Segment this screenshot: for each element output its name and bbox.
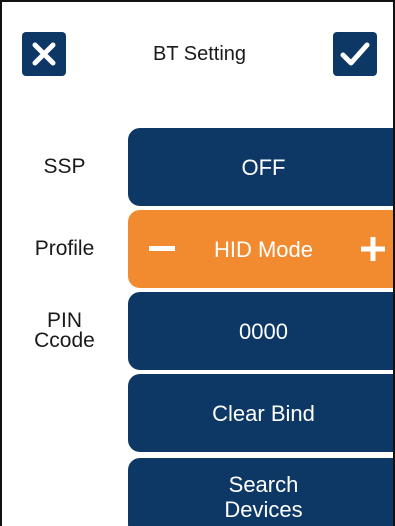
pin-label-line1: PIN xyxy=(46,309,82,332)
profile-value: HID Mode xyxy=(213,236,314,262)
pin-code-label: PIN Ccode xyxy=(12,292,117,370)
search-devices-button[interactable]: Search Devices xyxy=(128,458,393,526)
search-label-line2: Devices xyxy=(224,497,303,522)
clear-bind-button[interactable]: Clear Bind xyxy=(128,374,393,452)
profile-increase-button[interactable] xyxy=(359,210,387,288)
profile-decrease-button[interactable] xyxy=(148,210,176,288)
ssp-value: OFF xyxy=(241,154,286,180)
pin-code-button[interactable]: 0000 xyxy=(128,292,393,370)
pin-code-value: 0000 xyxy=(239,318,288,344)
pin-label-line2: Ccode xyxy=(34,329,95,352)
page-title: BT Setting xyxy=(152,42,247,65)
profile-label: Profile xyxy=(34,237,95,260)
bt-setting-screen: BT Setting SSP OFF Profile HID Mode PIN … xyxy=(0,0,395,526)
check-icon xyxy=(340,42,370,66)
confirm-button[interactable] xyxy=(333,32,377,76)
close-button[interactable] xyxy=(22,32,66,76)
search-label-line1: Search xyxy=(228,472,299,497)
ssp-toggle-button[interactable]: OFF xyxy=(128,128,393,206)
plus-icon xyxy=(361,237,385,261)
ssp-label: SSP xyxy=(43,155,86,178)
profile-selector: HID Mode xyxy=(128,210,393,288)
minus-icon xyxy=(149,246,175,251)
clear-bind-label: Clear Bind xyxy=(212,400,315,426)
close-icon xyxy=(32,42,56,66)
